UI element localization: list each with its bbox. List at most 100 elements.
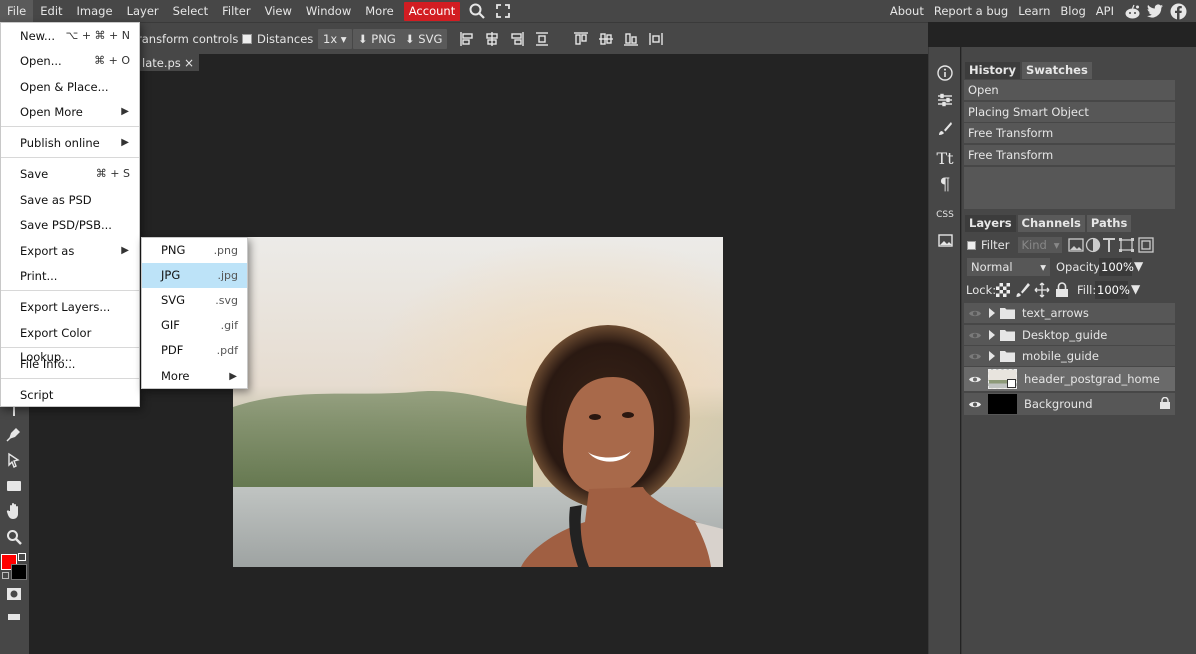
expand-caret-icon[interactable] xyxy=(986,330,998,340)
align-bottom-icon[interactable] xyxy=(622,30,640,48)
adjustments-icon[interactable] xyxy=(934,89,956,111)
layer-filter-icons[interactable] xyxy=(1068,237,1155,253)
export-jpg[interactable]: JPG .jpg xyxy=(142,263,247,288)
eye-icon[interactable] xyxy=(964,375,986,384)
menu-window[interactable]: Window xyxy=(299,0,358,22)
direct-select-icon[interactable] xyxy=(4,450,24,470)
account-button[interactable]: Account xyxy=(403,1,461,21)
align-center-h-icon[interactable] xyxy=(483,30,501,48)
menu-item-save[interactable]: Save ⌘ + S xyxy=(1,162,139,186)
history-item[interactable]: Free Transform xyxy=(964,123,1175,143)
opacity-chevron-icon[interactable]: ▼ xyxy=(1134,259,1143,273)
menu-edit[interactable]: Edit xyxy=(33,0,69,22)
tab-history[interactable]: History xyxy=(965,62,1020,79)
brush-icon[interactable] xyxy=(934,118,956,140)
tab-swatches[interactable]: Swatches xyxy=(1021,62,1092,79)
menu-item-export-layers[interactable]: Export Layers... xyxy=(1,295,139,319)
reddit-icon[interactable] xyxy=(1122,0,1142,22)
menu-image[interactable]: Image xyxy=(70,0,120,22)
menu-item-open-place[interactable]: Open & Place... xyxy=(1,75,139,99)
eye-icon[interactable] xyxy=(964,352,986,361)
quick-mask-icon[interactable] xyxy=(4,584,24,604)
document-tab[interactable]: late.ps × xyxy=(137,54,199,71)
info-icon[interactable] xyxy=(934,62,956,84)
search-icon[interactable] xyxy=(466,0,488,22)
tab-paths[interactable]: Paths xyxy=(1086,215,1132,232)
layer-row-text-arrows[interactable]: text_arrows xyxy=(964,303,1175,323)
default-colors-icon[interactable] xyxy=(2,572,9,579)
layer-row-mobile-guide[interactable]: mobile_guide xyxy=(964,346,1175,366)
screen-mode-icon[interactable] xyxy=(4,606,24,626)
swap-colors-icon[interactable] xyxy=(18,553,26,561)
pen-tool-icon[interactable] xyxy=(4,424,24,444)
menu-item-new[interactable]: New... ⌥ + ⌘ + N xyxy=(1,24,139,48)
expand-caret-icon[interactable] xyxy=(986,308,998,318)
menu-filter[interactable]: Filter xyxy=(215,0,257,22)
transform-controls-option[interactable]: ransform controls xyxy=(137,23,238,55)
close-icon[interactable]: × xyxy=(184,56,194,70)
zoom-dropdown[interactable]: 1x ▾ xyxy=(318,23,352,55)
export-png[interactable]: PNG .png xyxy=(142,238,247,263)
report-bug-link[interactable]: Report a bug xyxy=(929,4,1013,18)
menu-view[interactable]: View xyxy=(258,0,299,22)
layer-row-desktop-guide[interactable]: Desktop_guide xyxy=(964,325,1175,345)
align-top-icon[interactable] xyxy=(572,30,590,48)
menu-item-script[interactable]: Script xyxy=(1,383,139,407)
eye-icon[interactable] xyxy=(964,400,986,409)
kind-dropdown[interactable]: Kind ▾ xyxy=(1018,237,1063,253)
fullscreen-icon[interactable] xyxy=(492,0,514,22)
export-svg[interactable]: SVG .svg xyxy=(142,288,247,313)
distribute-v-icon[interactable] xyxy=(533,30,551,48)
filter-checkbox[interactable] xyxy=(967,240,976,250)
eye-icon[interactable] xyxy=(964,309,986,318)
history-item[interactable]: Open xyxy=(964,80,1175,100)
distances-checkbox[interactable] xyxy=(242,34,252,44)
tab-layers[interactable]: Layers xyxy=(965,215,1016,232)
expand-caret-icon[interactable] xyxy=(986,351,998,361)
align-right-icon[interactable] xyxy=(508,30,526,48)
export-gif[interactable]: GIF .gif xyxy=(142,313,247,338)
character-icon[interactable]: Tt xyxy=(934,147,956,169)
menu-file[interactable]: File xyxy=(0,0,34,22)
menu-item-export-as[interactable]: Export as ▶ xyxy=(1,239,139,263)
facebook-icon[interactable] xyxy=(1168,0,1188,22)
lock-icons[interactable] xyxy=(995,282,1070,298)
export-pdf[interactable]: PDF .pdf xyxy=(142,338,247,363)
zoom-tool-icon[interactable] xyxy=(4,527,24,547)
about-link[interactable]: About xyxy=(885,4,929,18)
export-png-button[interactable]: ⬇ PNG xyxy=(353,23,401,55)
align-middle-icon[interactable] xyxy=(597,30,615,48)
tab-channels[interactable]: Channels xyxy=(1017,215,1085,232)
distribute-h-icon[interactable] xyxy=(647,30,665,48)
hand-tool-icon[interactable] xyxy=(4,501,24,521)
fill-input[interactable]: 100% xyxy=(1095,281,1130,299)
learn-link[interactable]: Learn xyxy=(1013,4,1055,18)
menu-item-print[interactable]: Print... xyxy=(1,264,139,288)
menu-item-file-info[interactable]: File Info... xyxy=(1,352,139,376)
image-icon[interactable] xyxy=(934,229,956,251)
paragraph-icon[interactable]: ¶ xyxy=(934,174,956,196)
layer-row-header-postgrad-home[interactable]: header_postgrad_home xyxy=(964,367,1175,391)
align-left-icon[interactable] xyxy=(458,30,476,48)
blend-mode-dropdown[interactable]: Normal ▾ xyxy=(967,258,1050,276)
menu-item-save-psd-psb[interactable]: Save PSD/PSB... xyxy=(1,213,139,237)
menu-item-open-more[interactable]: Open More ▶ xyxy=(1,100,139,124)
rectangle-tool-icon[interactable] xyxy=(4,476,24,496)
fill-chevron-icon[interactable]: ▼ xyxy=(1131,282,1140,296)
api-link[interactable]: API xyxy=(1091,4,1119,18)
export-more[interactable]: More ▶ xyxy=(142,364,247,389)
twitter-icon[interactable] xyxy=(1145,0,1165,22)
menu-select[interactable]: Select xyxy=(166,0,215,22)
opacity-input[interactable]: 100% xyxy=(1099,258,1134,276)
history-item[interactable]: Free Transform xyxy=(964,145,1175,165)
history-item[interactable]: Placing Smart Object xyxy=(964,102,1175,122)
export-svg-button[interactable]: ⬇ SVG xyxy=(400,23,448,55)
canvas-image[interactable] xyxy=(233,237,723,567)
menu-item-open[interactable]: Open... ⌘ + O xyxy=(1,49,139,73)
menu-item-publish-online[interactable]: Publish online ▶ xyxy=(1,131,139,155)
menu-more[interactable]: More xyxy=(358,0,401,22)
menu-item-save-as-psd[interactable]: Save as PSD xyxy=(1,188,139,212)
layer-row-background[interactable]: Background xyxy=(964,393,1175,415)
background-color-swatch[interactable] xyxy=(11,564,27,580)
eye-icon[interactable] xyxy=(964,331,986,340)
